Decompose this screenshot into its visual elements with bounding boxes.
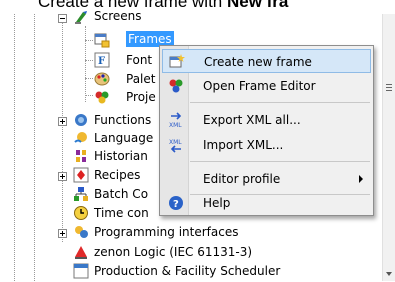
menu-separator xyxy=(190,102,370,103)
tree-connector xyxy=(34,14,35,281)
batch-control-icon xyxy=(73,186,89,202)
expand-toggle[interactable] xyxy=(58,117,67,126)
tree-item-label[interactable]: Proje xyxy=(126,89,156,105)
tree-item-label[interactable]: Historian xyxy=(94,148,148,164)
functions-icon xyxy=(73,112,89,128)
create-frame-icon xyxy=(169,54,185,70)
tree-connector xyxy=(14,14,15,281)
zenon-logic-icon xyxy=(73,244,89,260)
submenu-arrow-icon xyxy=(359,175,363,183)
scheduler-icon xyxy=(73,263,89,279)
tree-connector xyxy=(85,78,93,79)
frame-editor-icon xyxy=(168,78,184,94)
menu-item-label: Open Frame Editor xyxy=(203,79,316,93)
programming-interfaces-icon xyxy=(73,224,89,240)
tree-item-label[interactable]: zenon Logic (IEC 61131-3) xyxy=(94,244,252,260)
scrollbar-grip xyxy=(386,84,392,85)
screens-icon xyxy=(73,9,89,25)
expand-toggle[interactable] xyxy=(58,172,67,181)
scroll-down-arrow-icon[interactable] xyxy=(386,272,392,276)
instruction-caption: Create a new frame with New fra xyxy=(38,0,395,14)
menu-item-label: Create new frame xyxy=(204,55,312,69)
historian-icon xyxy=(73,148,89,164)
svg-text:XML: XML xyxy=(169,139,182,146)
help-icon: ? xyxy=(168,195,184,211)
recipes-icon xyxy=(73,167,89,183)
time-control-icon xyxy=(73,205,89,221)
vertical-scrollbar[interactable] xyxy=(382,14,395,281)
tree-connector xyxy=(85,26,86,102)
tree-connector xyxy=(85,95,93,96)
menu-item-label: Editor profile xyxy=(203,172,281,186)
tree-item-label[interactable]: Screens xyxy=(94,8,142,24)
menu-item-label: Export XML all... xyxy=(203,113,301,127)
tree-item-label[interactable]: Font xyxy=(126,52,152,68)
import-xml-icon: XML xyxy=(168,137,184,153)
menu-item-label: Import XML... xyxy=(203,138,284,152)
scrollbar-grip xyxy=(386,90,392,91)
export-xml-icon: XML xyxy=(168,112,184,129)
tree-item-label[interactable]: Recipes xyxy=(94,167,140,183)
menu-item-export-xml-all[interactable]: XML Export XML all... xyxy=(162,108,371,132)
menu-item-help[interactable]: ? Help xyxy=(162,191,371,215)
expand-toggle[interactable] xyxy=(58,229,67,238)
tree-item-label[interactable]: Programming interfaces xyxy=(94,224,238,240)
palette-icon xyxy=(94,71,110,87)
tree-item-label[interactable]: Time con xyxy=(94,205,149,221)
tree-item-label[interactable]: Palet xyxy=(126,71,155,87)
context-menu: Create new frame Open Frame Editor XML E… xyxy=(159,45,374,216)
tree-connector xyxy=(85,60,93,61)
svg-text:F: F xyxy=(98,56,105,67)
tree-item-label[interactable]: Functions xyxy=(94,112,151,128)
tree-connector xyxy=(85,40,93,41)
tree-item-label[interactable]: Production & Facility Scheduler xyxy=(94,263,280,279)
svg-text:XML: XML xyxy=(169,122,182,128)
collapse-toggle[interactable] xyxy=(58,14,67,23)
language-icon xyxy=(73,130,89,146)
menu-item-import-xml[interactable]: XML Import XML... xyxy=(162,133,371,157)
project-icon xyxy=(94,89,110,105)
tree-item-label[interactable]: Batch Co xyxy=(94,186,148,202)
menu-separator xyxy=(190,161,370,162)
tree-connector xyxy=(62,14,63,242)
font-icon: F xyxy=(94,52,110,68)
frames-icon xyxy=(94,32,110,48)
tree-item-label[interactable]: Language xyxy=(94,130,153,146)
menu-item-open-frame-editor[interactable]: Open Frame Editor xyxy=(162,74,371,98)
menu-item-create-new-frame[interactable]: Create new frame xyxy=(162,49,371,73)
menu-item-label: Help xyxy=(203,196,231,210)
scrollbar-grip xyxy=(386,87,392,88)
caption-bold-text: New fra xyxy=(226,0,289,11)
svg-text:?: ? xyxy=(173,199,179,210)
menu-item-editor-profile[interactable]: Editor profile xyxy=(162,167,371,191)
